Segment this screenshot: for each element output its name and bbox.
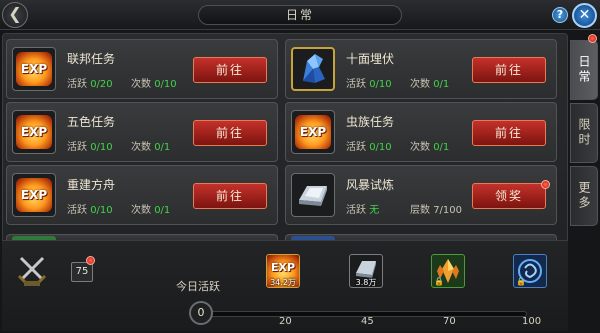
- task-icon-frame: EXP: [12, 110, 56, 154]
- level-badge[interactable]: 75: [71, 262, 93, 282]
- task-name: 重建方舟: [67, 178, 116, 192]
- task-name: 十面埋伏: [346, 52, 395, 66]
- reward-chest-45[interactable]: 3.8万: [349, 254, 383, 288]
- exp-icon: EXP: [16, 115, 52, 149]
- crossed-swords-icon[interactable]: [16, 254, 48, 288]
- task-name: 联邦任务: [67, 52, 116, 66]
- tab-limited-time[interactable]: 限时: [570, 103, 598, 163]
- reward-quantity: 3.8万: [355, 278, 377, 287]
- task-count: 层数 7/100: [410, 205, 463, 216]
- tab-daily[interactable]: 日常: [570, 40, 598, 100]
- task-count: 次数 0/1: [410, 142, 450, 153]
- task-icon-frame: EXP: [291, 110, 335, 154]
- milestone-label: 100: [522, 316, 542, 327]
- task-icon-frame: [291, 47, 335, 91]
- task-name: 风暴试炼: [346, 178, 395, 192]
- reward-chest-100[interactable]: 🔒: [513, 254, 547, 288]
- top-bar: ❮ 日常 ? ✕: [0, 0, 600, 30]
- task-card: 十面埋伏 活跃 0/10 次数 0/1 前往: [285, 39, 557, 99]
- go-button[interactable]: 前往: [472, 120, 546, 146]
- reward-quantity: 34.2万: [270, 278, 296, 287]
- page-title: 日常: [198, 5, 402, 25]
- claim-reward-button[interactable]: 领奖: [472, 183, 546, 209]
- task-count: 次数 0/1: [410, 79, 450, 90]
- task-activity: 活跃 0/20: [67, 79, 113, 90]
- go-button[interactable]: 前往: [472, 57, 546, 83]
- milestone-label: 20: [279, 316, 292, 327]
- task-count: 次数 0/10: [131, 79, 177, 90]
- exp-icon: EXP: [295, 115, 331, 149]
- exp-icon: EXP: [16, 178, 52, 212]
- task-activity: 活跃 0/10: [346, 79, 392, 90]
- task-icon-frame: [291, 173, 335, 217]
- close-button[interactable]: ✕: [572, 3, 597, 28]
- task-card: EXP 虫族任务 活跃 0/10 次数 0/1 前往: [285, 102, 557, 162]
- go-button[interactable]: 前往: [193, 120, 267, 146]
- task-activity: 活跃 0/10: [346, 142, 392, 153]
- task-activity: 活跃 无: [346, 205, 380, 216]
- task-activity: 活跃 0/10: [67, 205, 113, 216]
- reward-chest-20[interactable]: EXP 34.2万: [266, 254, 300, 288]
- task-activity: 活跃 0/10: [67, 142, 113, 153]
- task-card: EXP 五色任务 活跃 0/10 次数 0/1 前往: [6, 102, 278, 162]
- task-count: 次数 0/1: [131, 205, 171, 216]
- task-icon-frame: EXP: [12, 173, 56, 217]
- task-card: 风暴试炼 活跃 无 层数 7/100 领奖: [285, 165, 557, 225]
- current-activity-value: 0: [189, 301, 213, 325]
- task-name: 虫族任务: [346, 115, 395, 129]
- go-button[interactable]: 前往: [193, 183, 267, 209]
- milestone-label: 45: [361, 316, 374, 327]
- task-card: EXP 联邦任务 活跃 0/20 次数 0/10 前往: [6, 39, 278, 99]
- task-name: 五色任务: [67, 115, 116, 129]
- notification-dot: [588, 34, 597, 43]
- lock-icon: 🔒: [516, 277, 526, 286]
- notification-dot: [541, 180, 550, 189]
- blue-crystal-icon: [303, 54, 325, 83]
- go-button[interactable]: 前往: [193, 57, 267, 83]
- notification-dot: [86, 256, 95, 265]
- silver-ingot-icon: [299, 186, 327, 206]
- milestone-label: 70: [443, 316, 456, 327]
- tab-more[interactable]: 更多: [570, 166, 598, 226]
- reward-chest-70[interactable]: 🔒: [431, 254, 465, 288]
- help-button[interactable]: ?: [552, 7, 568, 23]
- exp-icon: EXP: [16, 52, 52, 86]
- back-button[interactable]: ❮: [2, 2, 28, 28]
- task-count: 次数 0/1: [131, 142, 171, 153]
- task-card: EXP 重建方舟 活跃 0/10 次数 0/1 前往: [6, 165, 278, 225]
- task-icon-frame: EXP: [12, 47, 56, 91]
- lock-icon: 🔒: [434, 277, 444, 286]
- daily-activity-label: 今日活跃: [176, 280, 220, 293]
